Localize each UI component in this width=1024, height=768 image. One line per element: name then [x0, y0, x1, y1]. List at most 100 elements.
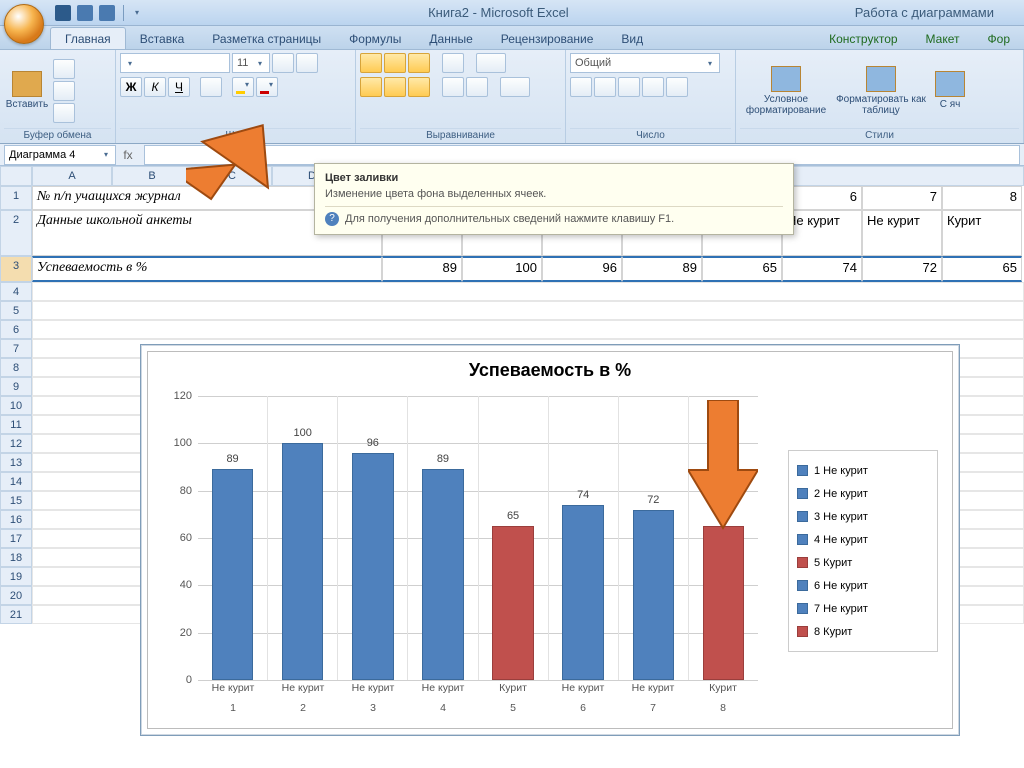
cell[interactable]: 6 [782, 186, 862, 210]
cell[interactable]: 89 [622, 256, 702, 282]
wrap-text-button[interactable] [476, 53, 506, 73]
row-header[interactable]: 20 [0, 586, 32, 605]
border-button[interactable] [200, 77, 222, 97]
cell[interactable]: 74 [782, 256, 862, 282]
chart-bar [492, 526, 533, 680]
column-header[interactable]: B [112, 166, 192, 186]
cell[interactable]: 72 [862, 256, 942, 282]
row-header[interactable]: 15 [0, 491, 32, 510]
cell[interactable]: 65 [702, 256, 782, 282]
row-header[interactable]: 16 [0, 510, 32, 529]
tab-chart-design[interactable]: Конструктор [815, 28, 911, 49]
row-header[interactable]: 14 [0, 472, 32, 491]
paste-button[interactable]: Вставить [4, 59, 50, 123]
cell[interactable]: 96 [542, 256, 622, 282]
cell[interactable]: 100 [462, 256, 542, 282]
decrease-decimal-button[interactable] [666, 77, 688, 97]
cell[interactable]: 65 [942, 256, 1022, 282]
office-button[interactable] [4, 4, 44, 44]
row-header[interactable]: 5 [0, 301, 32, 320]
row-header[interactable]: 11 [0, 415, 32, 434]
save-icon[interactable] [55, 5, 71, 21]
cell[interactable] [32, 282, 1024, 301]
chart-x-category: Не курит6 [548, 682, 618, 715]
increase-decimal-button[interactable] [642, 77, 664, 97]
percent-button[interactable] [594, 77, 616, 97]
conditional-formatting-button[interactable]: Условное форматирование [740, 59, 832, 123]
row-header[interactable]: 13 [0, 453, 32, 472]
row-header[interactable]: 17 [0, 529, 32, 548]
column-header[interactable]: A [32, 166, 112, 186]
decrease-font-button[interactable] [296, 53, 318, 73]
increase-indent-button[interactable] [466, 77, 488, 97]
chart-y-tick: 20 [160, 627, 192, 639]
row-header[interactable]: 7 [0, 339, 32, 358]
tab-view[interactable]: Вид [607, 28, 657, 49]
tab-chart-format[interactable]: Фор [974, 28, 1024, 49]
align-middle-button[interactable] [384, 53, 406, 73]
name-box[interactable]: Диаграмма 4 ▾ [4, 145, 116, 165]
chart-y-tick: 120 [160, 390, 192, 402]
cell[interactable]: 7 [862, 186, 942, 210]
row-header[interactable]: 1 [0, 186, 32, 210]
bold-button[interactable]: Ж [120, 77, 142, 97]
increase-font-button[interactable] [272, 53, 294, 73]
copy-button[interactable] [53, 81, 75, 101]
tab-chart-layout[interactable]: Макет [912, 28, 974, 49]
comma-button[interactable] [618, 77, 640, 97]
underline-button[interactable]: Ч [168, 77, 190, 97]
row-header[interactable]: 21 [0, 605, 32, 624]
cell[interactable]: Не курит [782, 210, 862, 256]
italic-button[interactable]: К [144, 77, 166, 97]
font-color-button[interactable]: ▾ [256, 77, 278, 97]
select-all-corner[interactable] [0, 166, 32, 186]
align-right-button[interactable] [408, 77, 430, 97]
tab-insert[interactable]: Вставка [126, 28, 199, 49]
tab-formulas[interactable]: Формулы [335, 28, 415, 49]
row-header[interactable]: 3 [0, 256, 32, 282]
currency-button[interactable] [570, 77, 592, 97]
cut-button[interactable] [53, 59, 75, 79]
name-box-dropdown-icon[interactable]: ▾ [101, 150, 111, 159]
qat-dropdown-icon[interactable]: ▾ [132, 8, 142, 17]
format-as-table-button[interactable]: Форматировать как таблицу [835, 59, 927, 123]
paste-label: Вставить [6, 99, 48, 110]
tab-home[interactable]: Главная [50, 27, 126, 49]
cell[interactable]: 8 [942, 186, 1022, 210]
number-format-combo[interactable]: Общий▾ [570, 53, 720, 73]
tab-page-layout[interactable]: Разметка страницы [198, 28, 335, 49]
redo-icon[interactable] [99, 5, 115, 21]
row-header[interactable]: 18 [0, 548, 32, 567]
align-left-button[interactable] [360, 77, 382, 97]
cell[interactable]: Не курит [862, 210, 942, 256]
cell-styles-button[interactable]: С яч [930, 59, 970, 123]
align-center-button[interactable] [384, 77, 406, 97]
cell[interactable]: Курит [942, 210, 1022, 256]
tab-review[interactable]: Рецензирование [487, 28, 608, 49]
cell[interactable] [32, 301, 1024, 320]
font-size-combo[interactable]: 11▾ [232, 53, 270, 73]
decrease-indent-button[interactable] [442, 77, 464, 97]
row-header[interactable]: 4 [0, 282, 32, 301]
merge-button[interactable] [500, 77, 530, 97]
cell[interactable] [32, 320, 1024, 339]
row-header[interactable]: 2 [0, 210, 32, 256]
undo-icon[interactable] [77, 5, 93, 21]
chart-object[interactable]: Успеваемость в % 89100968965747265 Не ку… [140, 344, 960, 736]
row-header[interactable]: 19 [0, 567, 32, 586]
font-name-combo[interactable]: ▾ [120, 53, 230, 73]
fill-color-button[interactable]: ▾ [232, 77, 254, 97]
cell[interactable]: 89 [382, 256, 462, 282]
row-header[interactable]: 9 [0, 377, 32, 396]
row-header[interactable]: 6 [0, 320, 32, 339]
format-painter-button[interactable] [53, 103, 75, 123]
fx-icon[interactable]: fx [116, 148, 140, 162]
align-top-button[interactable] [360, 53, 382, 73]
row-header[interactable]: 8 [0, 358, 32, 377]
row-header[interactable]: 12 [0, 434, 32, 453]
align-bottom-button[interactable] [408, 53, 430, 73]
orientation-button[interactable] [442, 53, 464, 73]
row-header[interactable]: 10 [0, 396, 32, 415]
tab-data[interactable]: Данные [415, 28, 486, 49]
cell[interactable]: Успеваемость в % [32, 256, 382, 282]
